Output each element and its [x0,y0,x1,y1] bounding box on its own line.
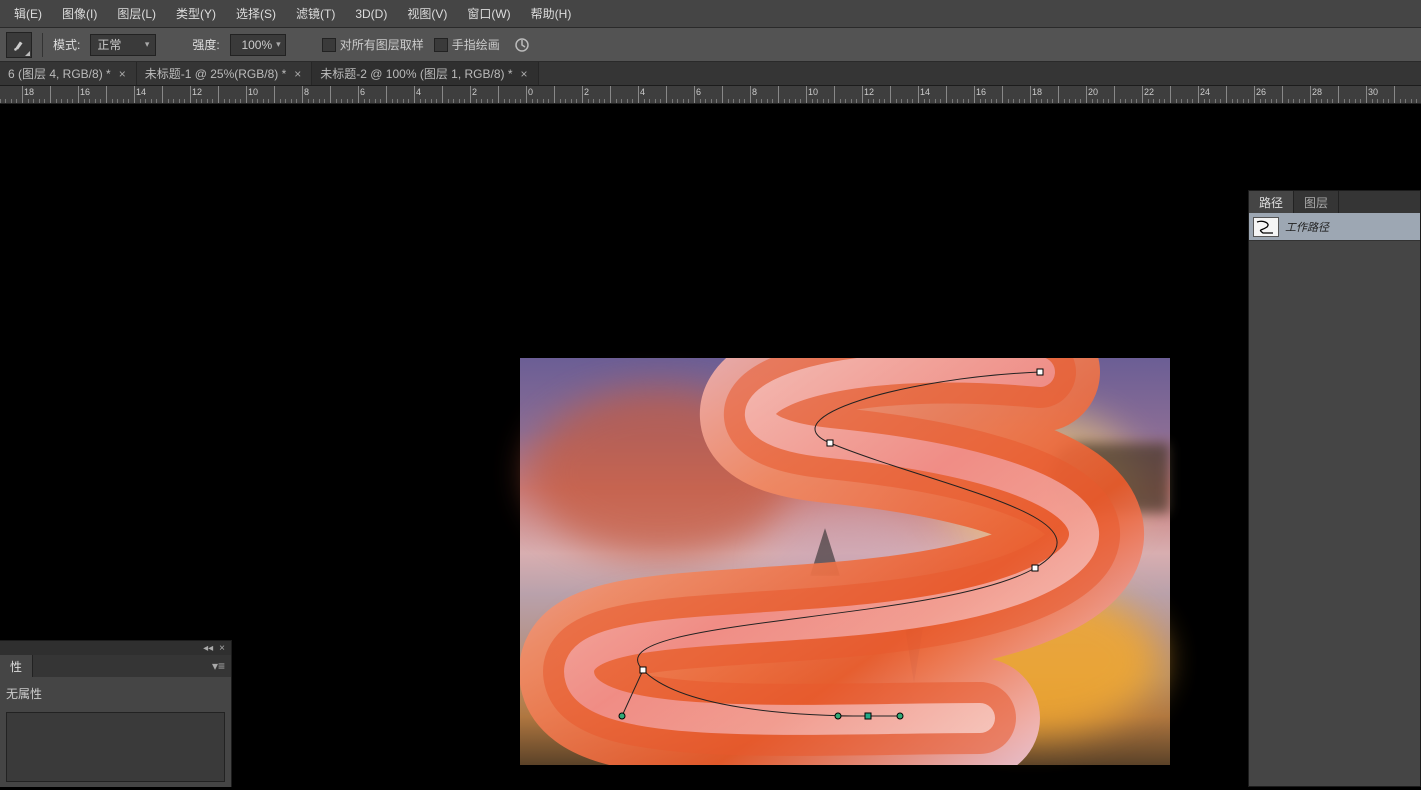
document-tab-2[interactable]: 未标题-2 @ 100% (图层 1, RGB/8) * × [312,62,538,85]
panel-tabs: 路径 图层 [1249,191,1420,213]
menu-3d[interactable]: 3D(D) [345,3,397,25]
paths-panel-body: 工作路径 [1249,213,1420,786]
chevron-down-icon: ▾ [145,39,150,50]
finger-painting-label: 手指绘画 [452,36,500,53]
menu-select[interactable]: 选择(S) [226,1,286,26]
path-anchor[interactable] [640,667,647,674]
work-path[interactable] [520,358,1170,765]
document-tab-1[interactable]: 未标题-1 @ 25%(RGB/8) * × [137,62,313,85]
panel-collapse-bar[interactable]: ◂◂ × [0,641,231,655]
close-icon[interactable]: × [117,67,128,81]
menu-window[interactable]: 窗口(W) [457,1,520,26]
path-handle[interactable] [835,713,842,720]
path-handle[interactable] [619,713,626,720]
mode-dropdown[interactable]: 正常 ▾ [90,34,156,56]
close-icon[interactable]: × [292,67,303,81]
path-thumbnail [1253,217,1279,237]
mode-label: 模式: [53,36,80,53]
paths-panel[interactable]: 路径 图层 工作路径 [1248,190,1421,787]
tool-preset-picker[interactable] [6,32,32,58]
menu-image[interactable]: 图像(I) [52,1,107,26]
path-anchor[interactable] [1032,565,1039,572]
path-anchor[interactable] [1037,369,1044,376]
document-tabs: 6 (图层 4, RGB/8) * × 未标题-1 @ 25%(RGB/8) *… [0,62,1421,86]
horizontal-ruler[interactable]: 1816141210864202468101214161820222426283… [0,86,1421,104]
menu-layer[interactable]: 图层(L) [107,1,166,26]
menu-view[interactable]: 视图(V) [397,1,457,26]
path-row-work-path[interactable]: 工作路径 [1249,213,1420,241]
document-tab-label: 未标题-2 @ 100% (图层 1, RGB/8) * [320,65,512,82]
path-handle[interactable] [897,713,904,720]
menu-type[interactable]: 类型(Y) [166,1,226,26]
path-anchor-selected[interactable] [865,713,872,720]
close-icon[interactable]: × [219,643,225,654]
menu-help[interactable]: 帮助(H) [521,1,582,26]
tab-properties[interactable]: 性 [0,655,33,677]
no-properties-label: 无属性 [6,685,225,702]
properties-tabs: 性 ▾≡ [0,655,231,677]
strength-label: 强度: [192,36,219,53]
document-tab-label: 未标题-1 @ 25%(RGB/8) * [145,65,287,82]
finger-painting-checkbox[interactable]: 手指绘画 [434,36,500,53]
path-row-label: 工作路径 [1285,219,1329,235]
sample-all-layers-label: 对所有图层取样 [340,36,424,53]
close-icon[interactable]: × [519,67,530,81]
strength-value: 100% [241,38,272,52]
tab-layers[interactable]: 图层 [1294,191,1339,213]
chevron-down-icon: ▾ [276,39,281,50]
tablet-pressure-button[interactable] [510,33,534,57]
separator [42,33,43,57]
properties-empty-area [6,712,225,782]
sample-all-layers-checkbox[interactable]: 对所有图层取样 [322,36,424,53]
document-tab-label: 6 (图层 4, RGB/8) * [8,65,111,82]
document-tab-0[interactable]: 6 (图层 4, RGB/8) * × [0,62,137,85]
collapse-icon: ◂◂ [203,643,213,654]
menu-bar: 辑(E) 图像(I) 图层(L) 类型(Y) 选择(S) 滤镜(T) 3D(D)… [0,0,1421,28]
pen-pressure-icon [514,37,530,53]
mode-value: 正常 [97,36,121,53]
checkbox-empty-icon [434,38,448,52]
menu-filter[interactable]: 滤镜(T) [286,1,345,26]
strength-input[interactable]: 100% ▾ [230,34,286,56]
properties-body: 无属性 [0,677,231,790]
document-canvas[interactable] [520,358,1170,765]
tab-paths[interactable]: 路径 [1249,191,1294,213]
options-bar: 模式: 正常 ▾ 强度: 100% ▾ 对所有图层取样 手指绘画 [0,28,1421,62]
menu-edit[interactable]: 辑(E) [4,1,52,26]
path-anchor[interactable] [827,440,834,447]
properties-panel[interactable]: ◂◂ × 性 ▾≡ 无属性 [0,640,232,787]
checkbox-empty-icon [322,38,336,52]
panel-menu-icon[interactable]: ▾≡ [212,659,225,673]
smudge-tool-icon [12,38,26,52]
